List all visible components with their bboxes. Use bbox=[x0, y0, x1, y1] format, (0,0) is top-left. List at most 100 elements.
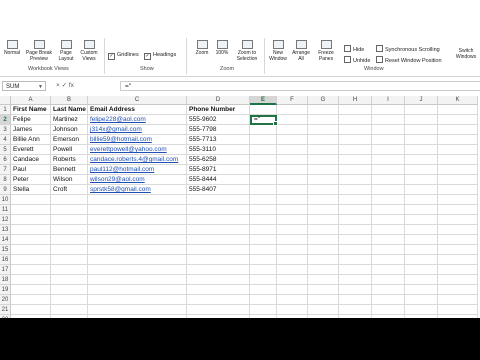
unhide-button[interactable]: Unhide bbox=[344, 56, 370, 64]
cell-h9[interactable] bbox=[339, 185, 372, 195]
cell-k14[interactable] bbox=[438, 235, 478, 245]
cell-g1[interactable] bbox=[308, 105, 339, 115]
cell-c21[interactable] bbox=[88, 305, 187, 315]
cell-g14[interactable] bbox=[308, 235, 339, 245]
table-cell[interactable]: candace.roberts.4@gmail.com bbox=[88, 155, 187, 165]
cell-j19[interactable] bbox=[405, 285, 438, 295]
arrange-all-button[interactable]: Arrange All bbox=[290, 40, 312, 62]
table-cell[interactable]: Roberts bbox=[51, 155, 88, 165]
cell-d17[interactable] bbox=[187, 265, 250, 275]
cell-b20[interactable] bbox=[51, 295, 88, 305]
column-header-b[interactable]: B bbox=[51, 96, 88, 105]
cell-j6[interactable] bbox=[405, 155, 438, 165]
cell-e3[interactable] bbox=[250, 125, 277, 135]
table-cell[interactable]: 555-3110 bbox=[187, 145, 250, 155]
cell-g3[interactable] bbox=[308, 125, 339, 135]
cell-f19[interactable] bbox=[277, 285, 308, 295]
cell-i12[interactable] bbox=[372, 215, 405, 225]
cell-k9[interactable] bbox=[438, 185, 478, 195]
cell-h12[interactable] bbox=[339, 215, 372, 225]
cell-k16[interactable] bbox=[438, 255, 478, 265]
column-header-d[interactable]: D bbox=[187, 96, 250, 105]
cell-g6[interactable] bbox=[308, 155, 339, 165]
cell-a16[interactable] bbox=[11, 255, 51, 265]
cell-h14[interactable] bbox=[339, 235, 372, 245]
switch-windows-button[interactable]: Switch Windows bbox=[454, 48, 478, 60]
cell-a10[interactable] bbox=[11, 195, 51, 205]
cell-b18[interactable] bbox=[51, 275, 88, 285]
row-header-8[interactable]: 8 bbox=[0, 175, 11, 185]
column-header-g[interactable]: G bbox=[308, 96, 339, 105]
row-header-18[interactable]: 18 bbox=[0, 275, 11, 285]
cell-f7[interactable] bbox=[277, 165, 308, 175]
row-header-5[interactable]: 5 bbox=[0, 145, 11, 155]
cell-f11[interactable] bbox=[277, 205, 308, 215]
cell-f4[interactable] bbox=[277, 135, 308, 145]
table-cell[interactable]: 555-8971 bbox=[187, 165, 250, 175]
cell-k18[interactable] bbox=[438, 275, 478, 285]
cell-j12[interactable] bbox=[405, 215, 438, 225]
cell-g10[interactable] bbox=[308, 195, 339, 205]
cell-a14[interactable] bbox=[11, 235, 51, 245]
cell-k11[interactable] bbox=[438, 205, 478, 215]
cell-j15[interactable] bbox=[405, 245, 438, 255]
cell-h6[interactable] bbox=[339, 155, 372, 165]
cell-b21[interactable] bbox=[51, 305, 88, 315]
zoom-button[interactable]: Zoom bbox=[192, 40, 212, 56]
row-header-19[interactable]: 19 bbox=[0, 285, 11, 295]
column-header-a[interactable]: A bbox=[11, 96, 51, 105]
cell-b15[interactable] bbox=[51, 245, 88, 255]
cell-i9[interactable] bbox=[372, 185, 405, 195]
cell-e13[interactable] bbox=[250, 225, 277, 235]
cell-e4[interactable] bbox=[250, 135, 277, 145]
row-header-2[interactable]: 2 bbox=[0, 115, 11, 125]
cell-h17[interactable] bbox=[339, 265, 372, 275]
cell-k8[interactable] bbox=[438, 175, 478, 185]
cell-e18[interactable] bbox=[250, 275, 277, 285]
cell-e8[interactable] bbox=[250, 175, 277, 185]
table-cell[interactable]: Paul bbox=[11, 165, 51, 175]
cell-g18[interactable] bbox=[308, 275, 339, 285]
cell-h3[interactable] bbox=[339, 125, 372, 135]
row-header-15[interactable]: 15 bbox=[0, 245, 11, 255]
cell-e10[interactable] bbox=[250, 195, 277, 205]
cell-b19[interactable] bbox=[51, 285, 88, 295]
header-cell[interactable]: Email Address bbox=[88, 105, 187, 115]
cell-h4[interactable] bbox=[339, 135, 372, 145]
table-cell[interactable]: Powell bbox=[51, 145, 88, 155]
cell-f2[interactable] bbox=[277, 115, 308, 125]
table-cell[interactable]: James bbox=[11, 125, 51, 135]
row-header-20[interactable]: 20 bbox=[0, 295, 11, 305]
table-cell[interactable]: 555-8444 bbox=[187, 175, 250, 185]
hide-button[interactable]: Hide bbox=[344, 45, 364, 53]
table-cell[interactable]: Billie Ann bbox=[11, 135, 51, 145]
cell-j16[interactable] bbox=[405, 255, 438, 265]
table-cell[interactable]: j314x@gmail.com bbox=[88, 125, 187, 135]
synchronous-scrolling-button[interactable]: Synchronous Scrolling bbox=[376, 45, 440, 53]
cell-e1[interactable] bbox=[250, 105, 277, 115]
cell-a21[interactable] bbox=[11, 305, 51, 315]
cell-g12[interactable] bbox=[308, 215, 339, 225]
cell-f16[interactable] bbox=[277, 255, 308, 265]
cell-k4[interactable] bbox=[438, 135, 478, 145]
cell-k5[interactable] bbox=[438, 145, 478, 155]
cell-f14[interactable] bbox=[277, 235, 308, 245]
cell-c19[interactable] bbox=[88, 285, 187, 295]
table-cell[interactable]: 555-8407 bbox=[187, 185, 250, 195]
cell-e19[interactable] bbox=[250, 285, 277, 295]
cell-g4[interactable] bbox=[308, 135, 339, 145]
row-header-4[interactable]: 4 bbox=[0, 135, 11, 145]
table-cell[interactable]: Johnson bbox=[51, 125, 88, 135]
cell-f1[interactable] bbox=[277, 105, 308, 115]
cell-i7[interactable] bbox=[372, 165, 405, 175]
cell-b11[interactable] bbox=[51, 205, 88, 215]
cell-h7[interactable] bbox=[339, 165, 372, 175]
table-cell[interactable]: Stella bbox=[11, 185, 51, 195]
select-all-corner[interactable] bbox=[0, 96, 11, 105]
cell-i20[interactable] bbox=[372, 295, 405, 305]
cell-g17[interactable] bbox=[308, 265, 339, 275]
cell-b12[interactable] bbox=[51, 215, 88, 225]
cell-f18[interactable] bbox=[277, 275, 308, 285]
cell-e16[interactable] bbox=[250, 255, 277, 265]
normal-view-button[interactable]: Normal bbox=[1, 40, 23, 56]
